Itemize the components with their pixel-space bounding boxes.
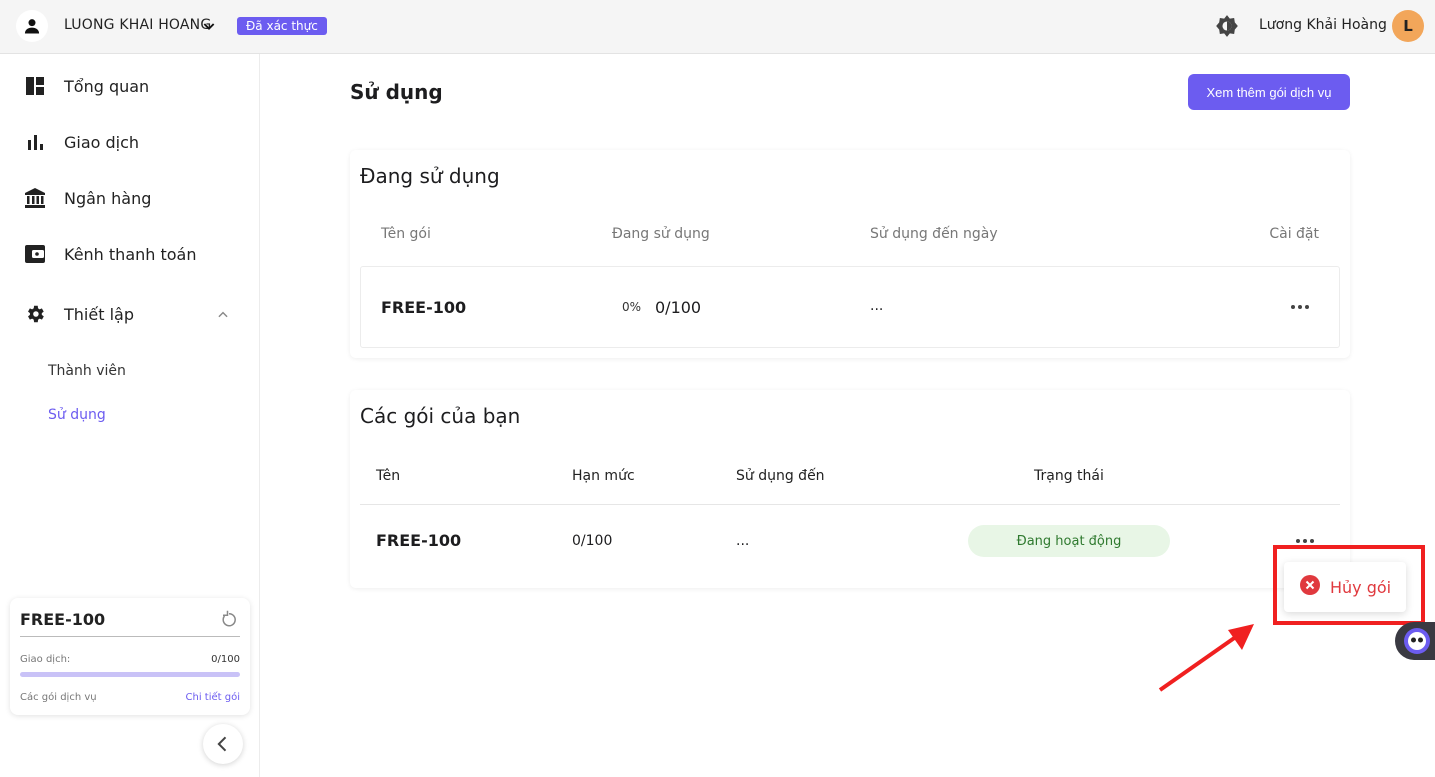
sidebar-item-overview[interactable]: Tổng quan (24, 72, 149, 100)
annotation-arrow-icon (1158, 624, 1254, 692)
page-title: Sử dụng (350, 80, 443, 104)
sidebar-item-bank[interactable]: Ngân hàng (24, 184, 151, 212)
header-username[interactable]: Lương Khải Hoàng (1259, 17, 1387, 33)
sidebar-item-payment-channels[interactable]: Kênh thanh toán (24, 240, 197, 268)
column-header: Hạn mức (572, 468, 635, 484)
sidebar-item-label: Thiết lập (64, 304, 134, 324)
plan-detail-link[interactable]: Chi tiết gói (186, 692, 240, 703)
sidebar-subitem-members[interactable]: Thành viên (48, 363, 126, 379)
in-use-card: Đang sử dụng Tên gói Đang sử dụng Sử dụn… (350, 150, 1350, 358)
annotation-highlight-box (1273, 545, 1425, 625)
sidebar-item-label: Giao dịch (64, 132, 140, 152)
gear-icon (24, 303, 46, 325)
dashboard-icon (24, 75, 46, 97)
more-plans-button[interactable]: Xem thêm gói dịch vụ (1188, 74, 1350, 110)
in-use-title: Đang sử dụng (360, 164, 500, 188)
usage-percent: 0% (622, 300, 642, 314)
chevron-down-icon[interactable] (201, 18, 217, 38)
brightness-icon[interactable] (1214, 13, 1240, 43)
status-badge: Đang hoạt động (968, 525, 1170, 557)
person-icon (24, 19, 40, 34)
top-bar: LUONG KHAI HOANG Đã xác thực Lương Khải … (0, 0, 1435, 54)
chat-bot-icon (1404, 628, 1430, 654)
transactions-label: Giao dịch: (20, 654, 71, 665)
plan-name: FREE-100 (381, 298, 467, 317)
sidebar-item-transactions[interactable]: Giao dịch (24, 128, 139, 156)
sidebar-item-label: Tổng quan (64, 76, 150, 96)
plan-name: FREE-100 (376, 531, 462, 550)
chevron-left-icon (217, 736, 227, 752)
account-name[interactable]: LUONG KHAI HOANG (64, 17, 211, 33)
account-avatar[interactable] (16, 10, 48, 42)
usage-until: ... (870, 298, 884, 314)
column-header: Tên gói (381, 226, 431, 242)
plan-card-title: FREE-100 (20, 610, 106, 629)
sidebar-item-label: Ngân hàng (64, 188, 152, 208)
table-row: FREE-100 0% 0/100 ... (360, 266, 1340, 348)
sidebar-item-label: Kênh thanh toán (64, 244, 197, 264)
column-header: Đang sử dụng (612, 226, 710, 242)
usage-value: 0/100 (655, 298, 702, 317)
column-header: Sử dụng đến (736, 468, 825, 484)
more-options-icon[interactable] (1291, 305, 1309, 309)
your-plans-title: Các gói của bạn (360, 404, 521, 428)
verified-badge: Đã xác thực (237, 17, 327, 35)
column-header: Sử dụng đến ngày (870, 226, 998, 242)
chevron-up-icon[interactable] (216, 307, 230, 326)
divider (20, 636, 240, 637)
packages-label: Các gói dịch vụ (20, 692, 97, 703)
sidebar: Tổng quan Giao dịch Ngân hàng Kênh thanh… (0, 54, 260, 777)
sidebar-subitem-usage[interactable]: Sử dụng (48, 407, 106, 423)
divider (360, 504, 1340, 505)
plan-limit: 0/100 (572, 533, 613, 549)
your-plans-card: Các gói của bạn Tên Hạn mức Sử dụng đến … (350, 390, 1350, 588)
collapse-sidebar-button[interactable] (203, 724, 243, 764)
column-header: Tên (376, 468, 401, 484)
bank-icon (24, 187, 46, 209)
bar-chart-icon (24, 131, 46, 153)
refresh-icon[interactable] (220, 610, 238, 632)
more-options-icon[interactable] (1296, 539, 1314, 543)
transactions-value: 0/100 (211, 654, 240, 665)
plan-summary-card: FREE-100 Giao dịch: 0/100 Các gói dịch v… (10, 598, 250, 715)
plan-until: ... (736, 533, 750, 549)
sidebar-item-settings[interactable]: Thiết lập (24, 300, 134, 328)
transactions-progress-bar (20, 672, 240, 677)
column-header: Cài đặt (1269, 226, 1319, 242)
wallet-icon (24, 243, 46, 265)
user-avatar[interactable]: L (1392, 10, 1424, 42)
column-header: Trạng thái (1034, 468, 1104, 484)
chat-widget-button[interactable] (1395, 622, 1435, 660)
